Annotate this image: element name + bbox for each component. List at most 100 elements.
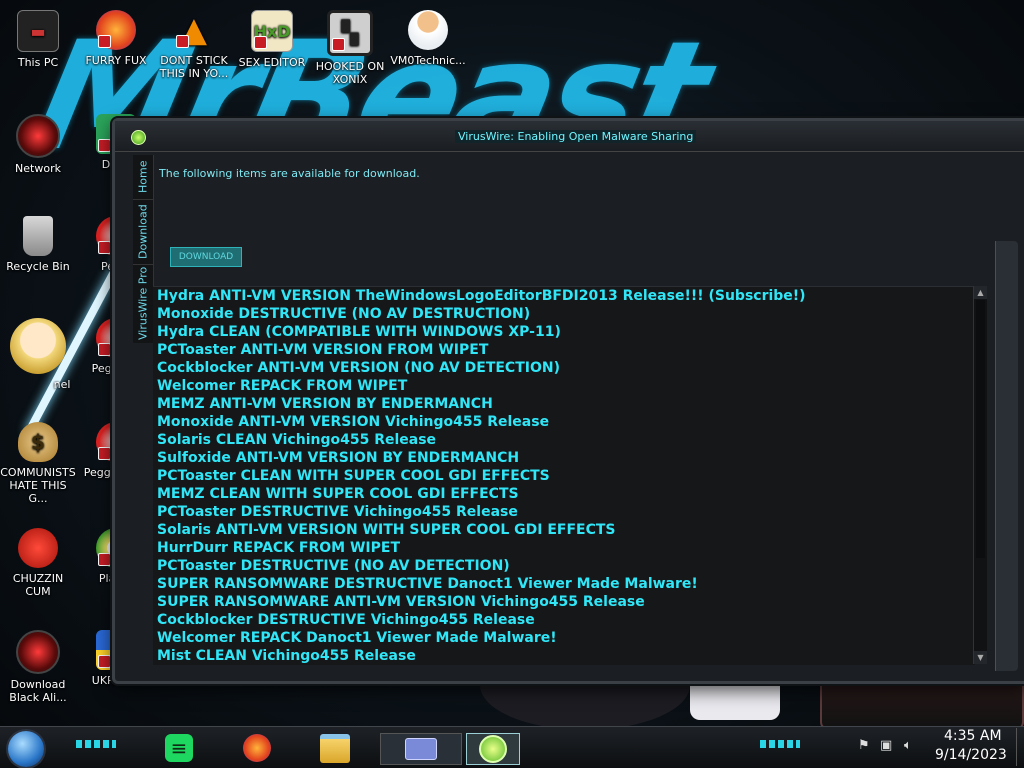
list-item[interactable]: PCToaster CLEAN WITH SUPER COOL GDI EFFE… — [153, 467, 975, 485]
list-item[interactable]: Welcomer REPACK FROM WIPET — [153, 377, 975, 395]
list-item[interactable]: MEMZ CLEAN WITH SUPER COOL GDI EFFECTS — [153, 485, 975, 503]
tab-viruswire-pro[interactable]: VirusWire Pro — [133, 263, 153, 343]
tray-volume-icon[interactable]: 🔈︎ — [904, 738, 912, 753]
cartoon-star-icon — [10, 318, 66, 374]
viruswire-window: VirusWire: Enabling Open Malware Sharing… — [112, 118, 1024, 684]
wallpaper-frame — [820, 676, 1024, 730]
desktop-icon-label: SEX EDITOR — [238, 56, 306, 69]
network-icon — [16, 114, 60, 158]
desktop-icon-vm0technic[interactable]: VM0Technic... — [390, 10, 466, 67]
shortcut-icon — [98, 241, 111, 254]
window-titlebar[interactable]: VirusWire: Enabling Open Malware Sharing — [115, 121, 1024, 152]
shortcut-icon — [254, 36, 267, 49]
download-button[interactable]: DOWNLOAD — [170, 247, 242, 267]
list-item[interactable]: HurrDurr REPACK FROM WIPET — [153, 539, 975, 557]
computer-icon: ▬ — [17, 10, 59, 52]
list-item[interactable]: Monoxide ANTI-VM VERSION Vichingo455 Rel… — [153, 413, 975, 431]
shortcut-icon — [98, 35, 111, 48]
list-item[interactable]: Cockblocker ANTI-VM VERSION (NO AV DETEC… — [153, 359, 975, 377]
clock-date[interactable]: 9/14/2023 — [935, 747, 1007, 763]
list-item[interactable]: PCToaster ANTI-VM VERSION FROM WIPET — [153, 341, 975, 359]
shortcut-icon — [176, 35, 189, 48]
info-text: The following items are available for do… — [159, 167, 420, 180]
desktop-icon-hooked-on-xonix[interactable]: ▚ HOOKED ON XONIX — [312, 10, 388, 86]
taskbar-decoration — [760, 740, 800, 748]
list-item[interactable]: Cockblocker DESTRUCTIVE Vichingo455 Rele… — [153, 611, 975, 629]
desktop: MrBeast ▬ This PC FURRY FUX ▲ DONT STICK… — [0, 0, 1024, 768]
desktop-icon-furry-fux[interactable]: FURRY FUX — [78, 10, 154, 67]
doctor-icon — [408, 10, 448, 50]
scroll-down-icon[interactable]: ▼ — [974, 651, 987, 664]
desktop-icon-download-black[interactable]: Download Black Ali... — [0, 630, 76, 704]
list-item[interactable]: SUPER RANSOMWARE ANTI-VM VERSION Viching… — [153, 593, 975, 611]
list-scrollbar[interactable]: ▲ ▼ — [973, 286, 987, 664]
shortcut-icon — [98, 655, 111, 668]
download-panel: The following items are available for do… — [155, 155, 989, 281]
tray-network-icon[interactable]: ▣ — [880, 738, 892, 753]
desktop-icon-label: CHUZZIN CUM — [12, 572, 64, 598]
notes-app-icon: ≡ — [165, 734, 193, 762]
firefox-icon — [243, 734, 271, 762]
chuzzle-icon — [18, 528, 58, 568]
list-item[interactable]: Mist CLEAN Vichingo455 Release — [153, 647, 975, 665]
window-title: VirusWire: Enabling Open Malware Sharing — [455, 130, 697, 143]
file-explorer-icon — [320, 733, 350, 763]
desktop-icon-network[interactable]: Network — [0, 114, 76, 175]
shortcut-icon — [332, 38, 345, 51]
list-item[interactable]: Solaris CLEAN Vichingo455 Release — [153, 431, 975, 449]
list-item[interactable]: Monoxide DESTRUCTIVE (NO AV DESTRUCTION) — [153, 305, 975, 323]
shortcut-icon — [98, 139, 111, 152]
desktop-icon-label: DONT STICK THIS IN YO... — [159, 54, 229, 80]
scrollbar-thumb[interactable] — [976, 300, 985, 558]
xonix-icon: ▚ — [327, 10, 373, 56]
desktop-icon-this-pc[interactable]: ▬ This PC — [0, 10, 76, 69]
list-item[interactable]: PCToaster DESTRUCTIVE Vichingo455 Releas… — [153, 503, 975, 521]
recycle-bin-icon — [23, 216, 53, 256]
desktop-icon-label: Network — [15, 162, 61, 175]
list-item[interactable]: Hydra CLEAN (COMPATIBLE WITH WINDOWS XP-… — [153, 323, 975, 341]
viruswire-logo-icon — [131, 130, 146, 145]
desktop-icon-communists[interactable]: $ COMMUNISTS HATE THIS G... — [0, 422, 76, 505]
show-desktop-button[interactable] — [1016, 728, 1023, 766]
desktop-icon-label: nel — [53, 378, 71, 391]
desktop-icon-dont-stick[interactable]: ▲ DONT STICK THIS IN YO... — [156, 10, 232, 81]
tab-download[interactable]: Download — [133, 199, 153, 265]
list-item[interactable]: Welcomer REPACK Danoct1 Viewer Made Malw… — [153, 629, 975, 647]
shortcut-icon — [98, 553, 111, 566]
desktop-icon-star[interactable]: nel — [0, 318, 76, 391]
list-item[interactable]: Sulfoxide ANTI-VM VERSION BY ENDERMANCH — [153, 449, 975, 467]
firefox-icon — [96, 10, 136, 50]
list-item[interactable]: Solaris ANTI-VM VERSION WITH SUPER COOL … — [153, 521, 975, 539]
id-card-icon — [405, 738, 437, 760]
vlc-cone-icon: ▲ — [174, 10, 214, 50]
list-item[interactable]: SUPER RANSOMWARE DESTRUCTIVE Danoct1 Vie… — [153, 575, 975, 593]
desktop-icon-label: VM0Technic... — [390, 54, 466, 67]
taskbar-id-card[interactable] — [380, 733, 462, 765]
taskbar-notes-app[interactable]: ≡ — [162, 733, 196, 763]
money-bag-icon: $ — [18, 422, 58, 462]
taskbar-file-explorer[interactable] — [318, 733, 352, 763]
desktop-icon-sex-editor[interactable]: HxD SEX EDITOR — [234, 10, 310, 69]
desktop-icon-label: This PC — [17, 56, 59, 69]
window-frame-decoration — [995, 241, 1018, 671]
side-tab-bar: Home Download VirusWire Pro — [133, 155, 154, 343]
download-icon — [16, 630, 60, 674]
tab-home[interactable]: Home — [133, 155, 153, 199]
shortcut-icon — [98, 343, 111, 356]
desktop-icon-recycle-bin[interactable]: Recycle Bin — [0, 216, 76, 273]
malware-list: Hydra ANTI-VM VERSION TheWindowsLogoEdit… — [153, 286, 975, 665]
list-item[interactable]: Hydra ANTI-VM VERSION TheWindowsLogoEdit… — [153, 287, 975, 305]
taskbar-firefox[interactable] — [240, 733, 274, 763]
desktop-icon-chuzzin[interactable]: CHUZZIN CUM — [0, 528, 76, 598]
hxd-icon: HxD — [251, 10, 293, 52]
scroll-up-icon[interactable]: ▲ — [974, 286, 987, 299]
shortcut-icon — [98, 447, 111, 460]
tray-flag-icon[interactable]: ⚑ — [858, 738, 870, 753]
desktop-icon-label: Recycle Bin — [6, 260, 70, 273]
clock-time[interactable]: 4:35 AM — [944, 728, 1002, 744]
list-item[interactable]: PCToaster DESTRUCTIVE (NO AV DETECTION) — [153, 557, 975, 575]
taskbar-viruswire[interactable] — [466, 733, 520, 765]
start-button[interactable] — [8, 731, 44, 767]
list-item[interactable]: MEMZ ANTI-VM VERSION BY ENDERMANCH — [153, 395, 975, 413]
viruswire-icon — [479, 735, 507, 763]
